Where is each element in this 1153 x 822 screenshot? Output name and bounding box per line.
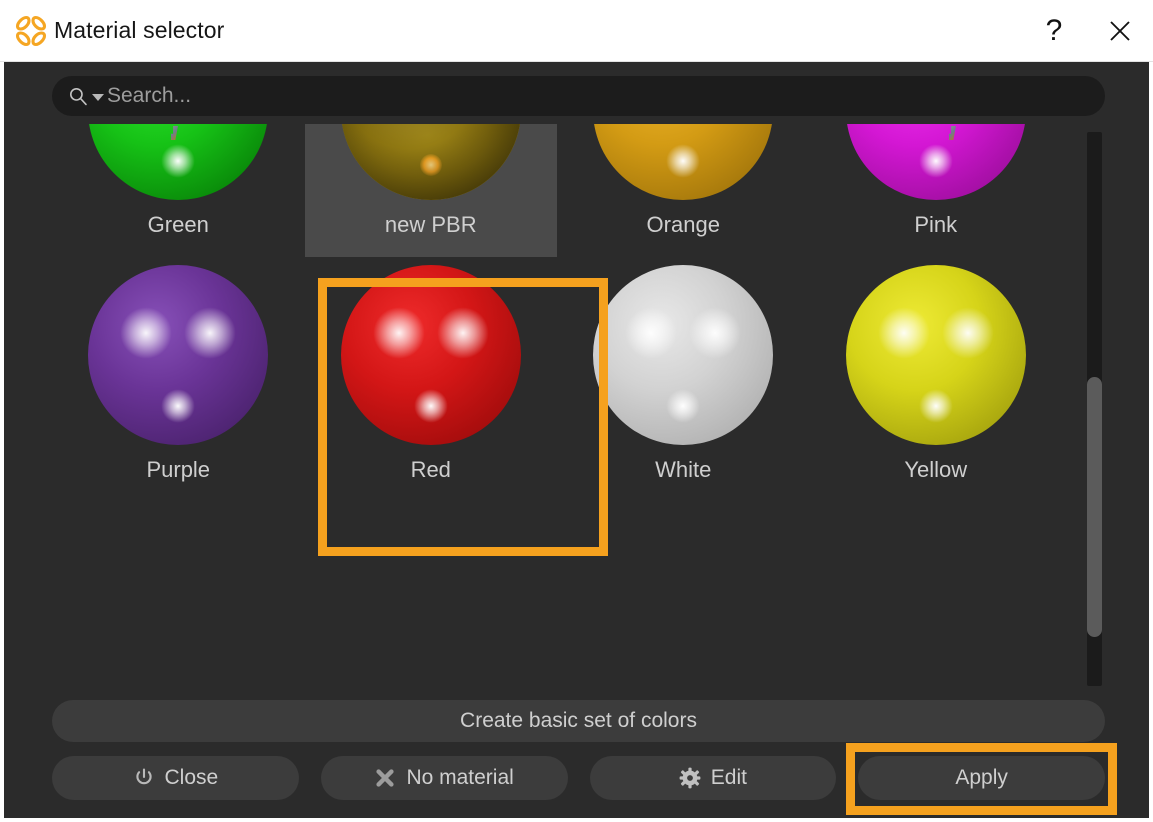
material-selector-window: Material selector ? (0, 0, 1153, 822)
title-bar: Material selector ? (0, 0, 1153, 62)
specular-highlight (666, 389, 700, 423)
create-row: Create basic set of colors (4, 692, 1149, 742)
material-thumbnail (88, 265, 268, 445)
search-input[interactable] (107, 84, 1089, 108)
apply-button[interactable]: Apply (858, 756, 1105, 800)
no-material-button[interactable]: No material (321, 756, 568, 800)
knot-logo-icon (14, 14, 48, 48)
material-item-purple[interactable]: Purple (52, 257, 305, 502)
no-material-button-label: No material (406, 766, 513, 790)
specular-highlight (161, 144, 195, 178)
material-thumbnail (341, 265, 521, 445)
material-grid: Green CONT (52, 124, 1062, 502)
material-label: Pink (914, 212, 957, 238)
chevron-down-icon[interactable] (92, 94, 104, 101)
material-thumbnail (846, 124, 1026, 200)
search-bar[interactable] (52, 76, 1105, 116)
material-thumbnail (846, 265, 1026, 445)
material-item-yellow[interactable]: Yellow (810, 257, 1063, 502)
edit-button-label: Edit (711, 766, 747, 790)
search-icon (68, 86, 88, 106)
window-title: Material selector (54, 17, 224, 44)
specular-highlight (414, 389, 448, 423)
create-basic-set-button[interactable]: Create basic set of colors (52, 700, 1105, 742)
close-button[interactable]: Close (52, 756, 299, 800)
material-label: Green (148, 212, 209, 238)
search-row (4, 62, 1149, 116)
material-item-green[interactable]: Green (52, 124, 305, 257)
material-thumbnail (88, 124, 268, 200)
material-thumbnail (593, 265, 773, 445)
dialog-body: Green CONT (4, 62, 1149, 818)
material-label: Yellow (904, 457, 967, 483)
power-icon (133, 767, 155, 789)
material-label: Purple (146, 457, 210, 483)
material-label: new PBR (385, 212, 477, 238)
material-label: Orange (647, 212, 720, 238)
specular-highlight (919, 389, 953, 423)
material-item-pink[interactable]: Pink (810, 124, 1063, 257)
help-button[interactable]: ? (1021, 0, 1087, 62)
material-grid-scrollbar[interactable] (1083, 124, 1105, 692)
specular-highlight (919, 144, 953, 178)
material-thumbnail (593, 124, 773, 200)
cross-icon (374, 767, 396, 789)
material-item-white[interactable]: White (557, 257, 810, 502)
material-thumbnail: CONT (341, 124, 521, 200)
material-label: Red (411, 457, 451, 483)
edit-button[interactable]: Edit (590, 756, 837, 800)
material-grid-viewport: Green CONT (52, 124, 1105, 692)
scrollbar-track[interactable] (1087, 132, 1102, 686)
specular-highlight (161, 389, 195, 423)
close-icon (1105, 16, 1135, 46)
apply-button-wrapper: Apply (858, 756, 1105, 800)
specular-highlight (666, 144, 700, 178)
material-item-red[interactable]: Red (305, 257, 558, 502)
action-button-row: Close No material (4, 742, 1149, 818)
material-label: White (655, 457, 711, 483)
scrollbar-thumb[interactable] (1087, 377, 1102, 637)
material-item-new-pbr[interactable]: CONT new PBR (305, 124, 558, 257)
close-button-label: Close (165, 766, 219, 790)
close-window-button[interactable] (1087, 0, 1153, 62)
material-item-orange[interactable]: Orange (557, 124, 810, 257)
gear-icon (679, 767, 701, 789)
